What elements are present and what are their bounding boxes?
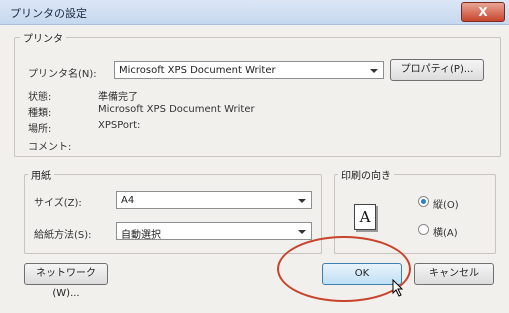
landscape-radio[interactable] — [418, 224, 429, 235]
page-orientation-icon: A — [354, 204, 376, 230]
properties-button[interactable]: プロパティ(P)... — [390, 59, 484, 81]
printer-group-title: プリンタ — [20, 30, 66, 45]
highlight-ellipse — [277, 236, 411, 302]
paper-size-value: A4 — [121, 195, 135, 206]
paper-group-title: 用紙 — [28, 167, 54, 182]
title-bar: プリンタの設定 X — [0, 0, 509, 25]
printer-name-label: プリンタ名(N): — [28, 69, 97, 80]
type-value: Microsoft XPS Document Writer — [98, 104, 255, 115]
paper-size-select[interactable]: A4 — [116, 191, 312, 209]
page-orientation-glyph: A — [359, 208, 371, 226]
type-label: 種類: — [28, 108, 52, 119]
paper-size-label: サイズ(Z): — [34, 198, 82, 209]
paper-source-select[interactable]: 自動選択 — [116, 222, 312, 241]
mouse-pointer-icon — [392, 279, 404, 297]
chevron-down-icon — [298, 199, 306, 203]
printer-name-select[interactable]: Microsoft XPS Document Writer — [114, 61, 384, 79]
portrait-label[interactable]: 縦(O) — [433, 196, 459, 211]
comment-label: コメント: — [28, 142, 72, 153]
close-button[interactable]: X — [461, 2, 505, 22]
network-button[interactable]: ネットワーク(W)... — [24, 263, 108, 299]
portrait-radio[interactable] — [418, 196, 429, 207]
close-icon: X — [478, 5, 488, 19]
orientation-group-title: 印刷の向き — [338, 167, 394, 182]
print-setup-dialog: プリンタの設定 X プリンタ プリンタ名(N): Microsoft XPS D… — [0, 0, 509, 313]
paper-source-value: 自動選択 — [121, 230, 161, 241]
chevron-down-icon — [370, 69, 378, 73]
cancel-button[interactable]: キャンセル — [414, 263, 494, 285]
printer-group — [14, 37, 501, 157]
status-label: 状態: — [28, 92, 52, 103]
landscape-label[interactable]: 横(A) — [433, 224, 458, 239]
status-value: 準備完了 — [98, 92, 138, 103]
printer-name-value: Microsoft XPS Document Writer — [119, 65, 276, 76]
paper-group — [24, 174, 322, 254]
paper-source-label: 給紙方法(S): — [34, 230, 92, 241]
location-label: 場所: — [28, 124, 52, 135]
dialog-title: プリンタの設定 — [10, 7, 87, 20]
location-value: XPSPort: — [98, 120, 141, 131]
chevron-down-icon — [298, 230, 306, 234]
